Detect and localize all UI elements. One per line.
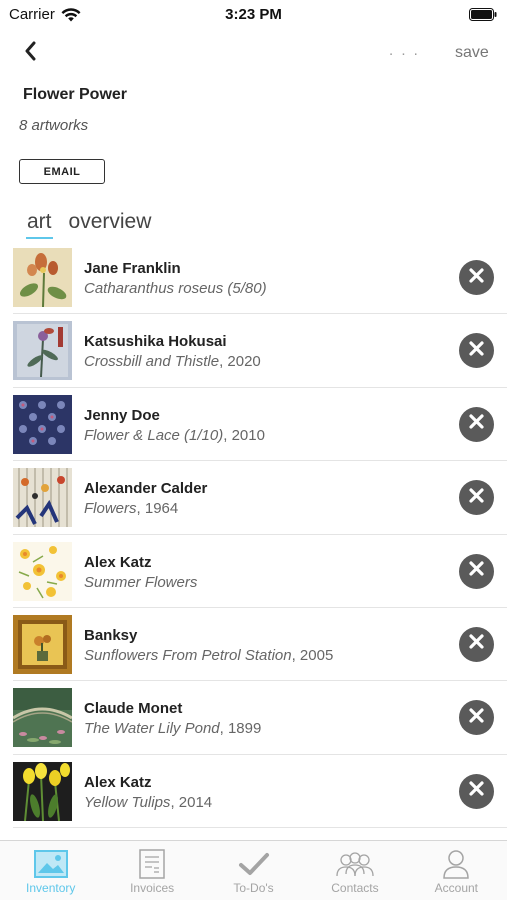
artwork-details: Catharanthus roseus (5/80) (84, 280, 267, 297)
remove-artwork-button[interactable] (459, 700, 494, 736)
artwork-year: , 2005 (291, 646, 334, 664)
artwork-year: , 2010 (223, 426, 265, 444)
battery-icon (469, 8, 497, 26)
artwork-title: Flowers (84, 500, 137, 518)
artwork-thumbnail (13, 394, 72, 454)
tab-art[interactable]: art (26, 209, 53, 239)
close-icon (469, 341, 484, 361)
user-icon (442, 848, 470, 880)
tab-label: To-Do's (233, 881, 274, 895)
artwork-details: Sunflowers From Petrol Station, 2005 (84, 647, 333, 664)
tab-label: Invoices (130, 881, 175, 895)
remove-artwork-button[interactable] (459, 260, 494, 295)
artwork-year: , 1964 (136, 500, 179, 518)
artwork-thumbnail (13, 614, 72, 674)
artist-name: Katsushika Hokusai (84, 333, 227, 351)
artist-name: Jenny Doe (84, 406, 160, 424)
list-item[interactable]: Katsushika Hokusai Crossbill and Thistle… (13, 314, 507, 388)
artwork-thumbnail (13, 761, 72, 821)
artwork-list: Jane Franklin Catharanthus roseus (5/80)… (0, 241, 507, 829)
tab-label: Contacts (331, 881, 379, 895)
close-icon (469, 561, 484, 581)
artist-name: Alex Katz (84, 553, 152, 571)
tab-overview[interactable]: overview (69, 209, 152, 235)
artwork-thumbnail (13, 468, 72, 528)
back-button[interactable] (18, 40, 42, 66)
close-icon (469, 634, 484, 654)
tab-label: Account (434, 881, 478, 895)
artwork-thumbnail (13, 541, 72, 601)
checkmark-icon (238, 848, 270, 880)
email-button[interactable]: EMAIL (19, 159, 105, 184)
chevron-left-icon (24, 41, 36, 66)
remove-artwork-button[interactable] (459, 553, 494, 589)
artist-name: Alex Katz (84, 773, 152, 791)
remove-artwork-button[interactable] (459, 626, 494, 662)
close-icon (469, 708, 484, 728)
artwork-details: Yellow Tulips, 2014 (84, 794, 212, 811)
close-icon (469, 488, 484, 508)
tab-invoices[interactable]: Invoices (101, 841, 202, 900)
list-item[interactable]: Jenny Doe Flower & Lace (1/10), 2010 (13, 388, 507, 462)
artwork-details: The Water Lily Pond, 1899 (84, 720, 261, 737)
artist-name: Claude Monet (84, 700, 183, 718)
bottom-tab-bar: Inventory Invoices To-Do's Contacts Acco… (0, 840, 507, 900)
tab-contacts[interactable]: Contacts (304, 841, 405, 900)
artwork-title: Crossbill and Thistle (84, 353, 220, 371)
artwork-thumbnail (13, 688, 72, 748)
artwork-title: Yellow Tulips (84, 793, 171, 811)
artwork-thumbnail (13, 248, 72, 307)
close-icon (469, 267, 484, 288)
list-item[interactable]: Alex Katz Yellow Tulips, 2014 (13, 755, 507, 829)
artwork-year: , 2020 (219, 353, 261, 371)
save-button[interactable]: save (455, 44, 489, 62)
artwork-year: , 2014 (170, 793, 213, 811)
tab-todos[interactable]: To-Do's (203, 841, 304, 900)
tab-account[interactable]: Account (406, 841, 507, 900)
artwork-details: Flowers, 1964 (84, 500, 178, 517)
remove-artwork-button[interactable] (459, 333, 494, 369)
collection-title: Flower Power (23, 86, 128, 103)
artwork-title: Sunflowers From Petrol Station (84, 646, 292, 664)
close-icon (469, 781, 484, 801)
artwork-title: The Water Lily Pond (84, 720, 220, 738)
status-bar: Carrier 3:23 PM (0, 0, 507, 30)
invoice-icon (139, 848, 165, 880)
artwork-title: Flower & Lace (1/10) (84, 426, 224, 444)
remove-artwork-button[interactable] (459, 406, 494, 442)
remove-artwork-button[interactable] (459, 773, 494, 809)
artwork-count: 8 artworks (19, 117, 89, 134)
close-icon (469, 414, 484, 434)
list-item[interactable]: Jane Franklin Catharanthus roseus (5/80) (13, 241, 507, 315)
contacts-icon (334, 848, 376, 880)
status-time: 3:23 PM (225, 6, 282, 23)
artist-name: Alexander Calder (84, 480, 208, 498)
tab-label: Inventory (26, 881, 76, 895)
list-item[interactable]: Alex Katz Summer Flowers (13, 535, 507, 608)
image-icon (33, 848, 68, 880)
artwork-title: Catharanthus roseus (5/80) (84, 280, 267, 297)
artwork-details: Crossbill and Thistle, 2020 (84, 353, 261, 370)
artwork-details: Flower & Lace (1/10), 2010 (84, 427, 265, 444)
list-item[interactable]: Alexander Calder Flowers, 1964 (13, 461, 507, 535)
list-item[interactable]: Banksy Sunflowers From Petrol Station, 2… (13, 608, 507, 682)
artwork-thumbnail (13, 321, 72, 381)
more-options-button[interactable]: . . . (389, 42, 420, 59)
tab-inventory[interactable]: Inventory (0, 841, 101, 900)
remove-artwork-button[interactable] (459, 480, 494, 516)
artist-name: Banksy (84, 626, 138, 644)
segment-tabs: art overview (26, 209, 152, 239)
artwork-details: Summer Flowers (84, 574, 197, 591)
list-item[interactable]: Claude Monet The Water Lily Pond, 1899 (13, 681, 507, 755)
artist-name: Jane Franklin (84, 260, 181, 277)
artwork-title: Summer Flowers (84, 573, 198, 591)
artwork-year: , 1899 (219, 720, 262, 738)
